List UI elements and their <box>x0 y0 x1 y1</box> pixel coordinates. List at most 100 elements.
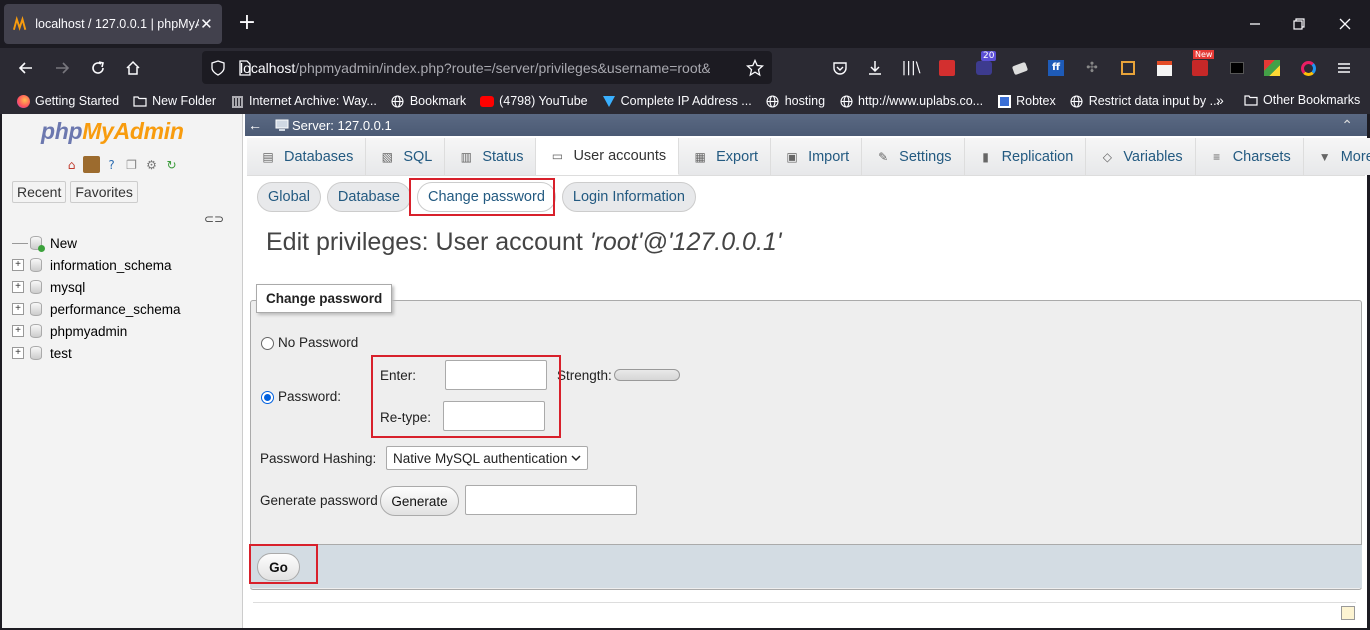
menu-tab-user-accounts[interactable]: ▭ User accounts <box>536 138 680 175</box>
expand-plus-icon[interactable]: + <box>12 347 24 359</box>
restore-icon[interactable] <box>1289 14 1309 34</box>
password-hashing-select[interactable]: Native MySQL authentication <box>386 446 588 470</box>
menu-tab-label: SQL <box>403 148 433 165</box>
url-bar[interactable]: localhost/phpmyadmin/index.php?route=/se… <box>202 51 772 84</box>
generate-button[interactable]: Generate <box>380 486 459 516</box>
menu-tab-databases[interactable]: ▤ Databases <box>247 138 367 175</box>
expand-plus-icon[interactable]: + <box>12 303 24 315</box>
tree-item-database[interactable]: + test <box>12 342 237 364</box>
generated-password-field[interactable] <box>465 485 637 515</box>
globe-icon <box>1070 94 1084 108</box>
bookmark-item[interactable]: (4798) YouTube <box>480 94 588 108</box>
favorites-tab[interactable]: Favorites <box>70 181 138 203</box>
extension-ff-icon[interactable]: ff <box>1045 57 1067 79</box>
tree-item-label[interactable]: performance_schema <box>50 302 181 317</box>
menu-tab-settings[interactable]: ✎ Settings <box>862 138 965 175</box>
extension-note-icon[interactable] <box>1153 57 1175 79</box>
close-icon[interactable]: ✕ <box>199 15 214 33</box>
bookmark-star-icon[interactable] <box>746 59 764 77</box>
menu-tab-label: Import <box>808 148 850 165</box>
extension-colorful-icon[interactable] <box>1261 57 1283 79</box>
logout-icon[interactable] <box>83 156 100 173</box>
download-icon[interactable] <box>864 57 886 79</box>
tree-connector <box>12 242 28 244</box>
subtab-database[interactable]: Database <box>326 182 411 212</box>
pocket-icon[interactable] <box>829 57 851 79</box>
library-icon[interactable]: |||\ <box>900 57 922 79</box>
menu-tab-replication[interactable]: ▮ Replication <box>964 138 1087 175</box>
bookmark-item[interactable]: Complete IP Address ... <box>602 94 752 108</box>
extension-new-icon[interactable]: New <box>1189 50 1215 79</box>
tracking-shield-icon[interactable] <box>210 60 226 76</box>
extension-ring-icon[interactable] <box>1297 57 1319 79</box>
menu-hamburger-icon[interactable] <box>1333 57 1355 79</box>
extension-copy-icon[interactable] <box>1117 57 1139 79</box>
tree-item-database[interactable]: + phpmyadmin <box>12 320 237 342</box>
menu-tab-import[interactable]: ▣ Import <box>771 138 863 175</box>
extension-badge-icon[interactable]: 20 <box>973 51 997 79</box>
home-icon[interactable] <box>121 56 145 80</box>
tree-item-label[interactable]: phpmyadmin <box>50 324 127 339</box>
help-icon[interactable]: ? <box>103 156 120 173</box>
console-icon[interactable] <box>1341 606 1355 620</box>
subtab-global[interactable]: Global <box>257 182 321 212</box>
menu-tab-label: Databases <box>284 148 354 165</box>
extension-eraser-icon[interactable] <box>1009 57 1031 79</box>
database-icon <box>30 280 42 294</box>
chevron-more-bookmarks-icon[interactable]: » <box>1216 92 1224 108</box>
server-label[interactable]: Server: 127.0.0.1 <box>292 118 392 133</box>
extension-red-icon[interactable] <box>936 57 958 79</box>
minimize-icon[interactable] <box>1245 14 1265 34</box>
subtab-login-information[interactable]: Login Information <box>561 182 696 212</box>
bookmark-item[interactable]: Bookmark <box>391 94 466 108</box>
forward-arrow-icon[interactable] <box>50 56 74 80</box>
tree-item-database[interactable]: + information_schema <box>12 254 237 276</box>
menu-tab-status[interactable]: ▥ Status <box>445 138 537 175</box>
menu-tab-export[interactable]: ▦ Export <box>679 138 772 175</box>
tree-item-label[interactable]: test <box>50 346 72 361</box>
bookmark-item[interactable]: http://www.uplabs.co... <box>839 94 983 108</box>
tree-item-label[interactable]: New <box>50 236 77 251</box>
extension-move-icon[interactable]: ✣ <box>1081 57 1103 79</box>
tree-item-label[interactable]: mysql <box>50 280 85 295</box>
extension-dark-icon[interactable] <box>1226 57 1248 79</box>
menu-tab-sql[interactable]: ▧ SQL <box>366 138 446 175</box>
bookmark-item[interactable]: Robtex <box>997 94 1056 108</box>
documentation-icon[interactable]: ❐ <box>123 156 140 173</box>
other-bookmarks[interactable]: Other Bookmarks <box>1244 93 1360 107</box>
tree-item-new[interactable]: New <box>12 232 237 254</box>
back-arrow-icon[interactable] <box>14 56 38 80</box>
bookmark-item[interactable]: hosting <box>766 94 825 108</box>
menu-tab-variables[interactable]: ◇ Variables <box>1086 138 1196 175</box>
expand-plus-icon[interactable]: + <box>12 259 24 271</box>
page-info-icon[interactable] <box>238 60 252 76</box>
menu-tab-more[interactable]: ▼ More <box>1303 138 1370 175</box>
tree-item-database[interactable]: + performance_schema <box>12 298 237 320</box>
reload-navigation-icon[interactable]: ↻ <box>163 156 180 173</box>
bookmark-item[interactable]: Internet Archive: Way... <box>230 94 377 108</box>
home-icon[interactable]: ⌂ <box>63 156 80 173</box>
bookmark-item[interactable]: Getting Started <box>16 94 119 108</box>
phpmyadmin-logo[interactable]: phpMyAdmin <box>41 118 184 145</box>
password-label[interactable]: Password: <box>278 389 341 404</box>
settings-gear-icon[interactable]: ⚙ <box>143 156 160 173</box>
collapse-navigation-arrow-icon[interactable]: ← <box>245 117 265 133</box>
new-tab-plus-icon[interactable]: + <box>236 12 258 34</box>
menu-tab-charsets[interactable]: ≡ Charsets <box>1195 138 1304 175</box>
tree-item-label[interactable]: information_schema <box>50 258 172 273</box>
expand-plus-icon[interactable]: + <box>12 281 24 293</box>
link-with-main-panel-icon[interactable]: ⊂⊃ <box>204 212 224 226</box>
bookmark-item[interactable]: New Folder <box>133 94 216 108</box>
window-close-icon[interactable] <box>1335 14 1355 34</box>
password-radio[interactable] <box>261 391 274 404</box>
tree-item-database[interactable]: + mysql <box>12 276 237 298</box>
reload-icon[interactable] <box>86 56 110 80</box>
robtex-icon <box>997 94 1011 108</box>
no-password-label[interactable]: No Password <box>278 335 358 350</box>
expand-plus-icon[interactable]: + <box>12 325 24 337</box>
browser-tab[interactable]: localhost / 127.0.0.1 | phpMyAdmin ✕ <box>4 4 222 44</box>
bookmark-item[interactable]: Restrict data input by ... <box>1070 94 1220 108</box>
collapse-topbar-icon[interactable]: ⌃ <box>1341 117 1353 134</box>
no-password-radio[interactable] <box>261 337 274 350</box>
recent-tab[interactable]: Recent <box>12 181 67 203</box>
